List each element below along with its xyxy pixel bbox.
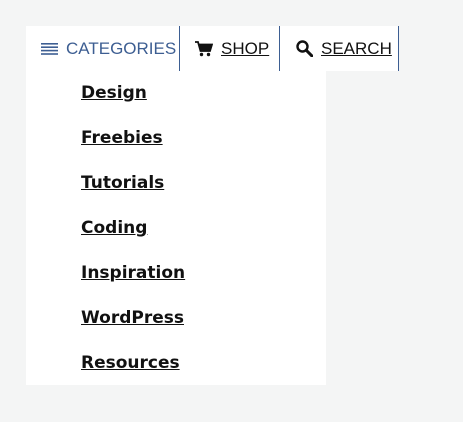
categories-dropdown: Design Freebies Tutorials Coding Inspira… [26,71,326,385]
categories-menu-button[interactable]: CATEGORIES [26,26,180,71]
search-icon [296,40,313,57]
category-link-design[interactable]: Design [81,82,147,104]
shop-label: SHOP [221,38,270,58]
category-link-resources[interactable]: Resources [81,352,180,374]
category-link-tutorials[interactable]: Tutorials [81,172,164,194]
search-link[interactable]: SEARCH [280,26,399,71]
search-label: SEARCH [321,38,392,58]
category-link-coding[interactable]: Coding [81,217,147,239]
shop-link[interactable]: SHOP [180,26,280,71]
category-link-wordpress[interactable]: WordPress [81,307,184,329]
categories-label: CATEGORIES [66,38,177,58]
category-link-freebies[interactable]: Freebies [81,127,163,149]
menu-lines-icon [41,42,58,55]
category-link-inspiration[interactable]: Inspiration [81,262,185,284]
cart-icon [195,40,213,57]
top-navigation-bar: CATEGORIES SHOP SEARCH [26,26,399,71]
